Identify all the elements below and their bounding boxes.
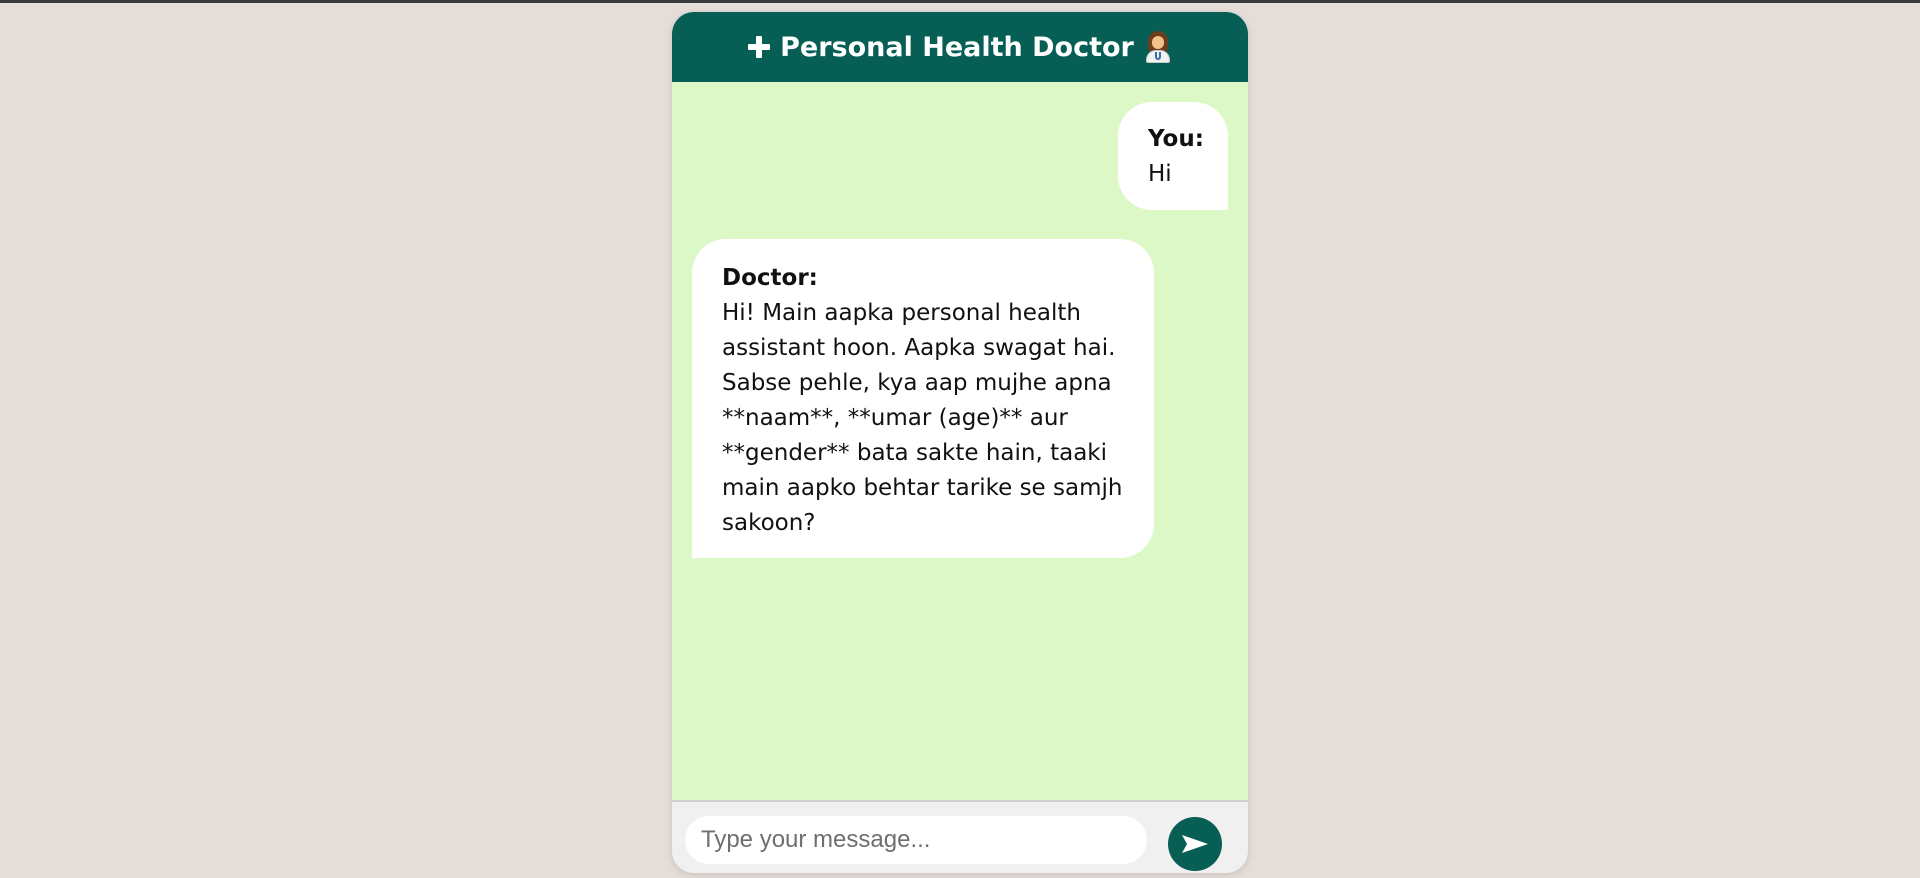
- user-message-bubble: You: Hi: [1118, 102, 1228, 210]
- chat-header: Personal Health Doctor: [672, 12, 1248, 82]
- send-arrow-icon: [1182, 835, 1208, 853]
- medical-cross-icon: [748, 36, 771, 58]
- window-top-border: [0, 0, 1920, 3]
- doctor-message-bubble: Doctor: Hi! Main aapka personal health a…: [692, 239, 1154, 558]
- message-text: Hi: [1148, 161, 1172, 187]
- message-sender: You:: [1148, 126, 1204, 152]
- chat-window: Personal Health Doctor You: Hi Doctor: H…: [672, 12, 1248, 873]
- woman-health-worker-icon: [1144, 31, 1172, 63]
- message-text: Hi! Main aapka personal health assistant…: [722, 300, 1123, 536]
- chat-title: Personal Health Doctor: [780, 31, 1134, 63]
- message-sender: Doctor:: [722, 265, 818, 291]
- composer-bar: [672, 800, 1248, 873]
- send-button[interactable]: [1168, 817, 1222, 871]
- message-list[interactable]: You: Hi Doctor: Hi! Main aapka personal …: [672, 82, 1248, 800]
- message-input[interactable]: [685, 816, 1147, 864]
